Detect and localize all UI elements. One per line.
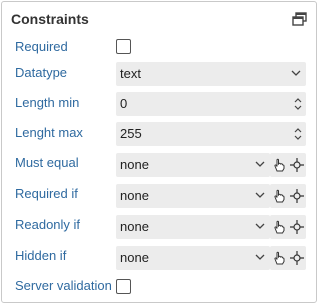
panel-title: Constraints	[11, 11, 89, 27]
must-equal-label: Must equal	[15, 155, 79, 170]
chevron-down-icon	[255, 192, 265, 198]
length-min-value: 0	[120, 96, 128, 111]
chevron-down-icon	[255, 161, 265, 167]
row-server-validation: Server validation	[2, 277, 318, 303]
spinner-arrows-icon[interactable]	[293, 125, 303, 143]
hand-pointer-icon[interactable]	[271, 250, 287, 266]
readonly-if-select[interactable]: none	[116, 215, 270, 239]
datatype-value: text	[120, 66, 141, 81]
server-validation-checkbox[interactable]	[116, 279, 131, 294]
must-equal-select[interactable]: none	[116, 153, 270, 177]
length-max-label: Lenght max	[15, 125, 83, 140]
must-equal-value: none	[120, 157, 149, 172]
crosshair-icon[interactable]	[289, 250, 305, 266]
length-max-input[interactable]: 255	[116, 122, 306, 146]
row-hidden-if: Hidden if none	[2, 246, 318, 272]
constraints-panel: Constraints Required Datatype text Lengt…	[1, 1, 317, 303]
datatype-label: Datatype	[15, 65, 68, 80]
readonly-if-label: Readonly if	[15, 217, 81, 232]
chevron-down-icon	[291, 70, 301, 76]
hidden-if-label: Hidden if	[15, 248, 67, 263]
crosshair-icon[interactable]	[289, 188, 305, 204]
hidden-if-tools	[270, 246, 306, 270]
length-max-value: 255	[120, 126, 142, 141]
row-must-equal: Must equal none	[2, 153, 318, 179]
hand-pointer-icon[interactable]	[271, 219, 287, 235]
datatype-select[interactable]: text	[116, 62, 306, 86]
must-equal-tools	[270, 153, 306, 177]
chevron-down-icon	[255, 254, 265, 260]
readonly-if-value: none	[120, 219, 149, 234]
spinner-arrows-icon[interactable]	[293, 95, 303, 113]
row-required: Required	[2, 37, 318, 63]
hidden-if-value: none	[120, 250, 149, 265]
required-if-label: Required if	[15, 186, 78, 201]
required-if-value: none	[120, 188, 149, 203]
length-min-label: Length min	[15, 95, 80, 110]
crosshair-icon[interactable]	[289, 157, 305, 173]
row-length-min: Length min 0	[2, 92, 318, 118]
chevron-down-icon	[255, 223, 265, 229]
hidden-if-select[interactable]: none	[116, 246, 270, 270]
required-if-tools	[270, 184, 306, 208]
required-label: Required	[15, 39, 68, 54]
restore-window-icon[interactable]	[292, 12, 307, 26]
hand-pointer-icon[interactable]	[271, 157, 287, 173]
crosshair-icon[interactable]	[289, 219, 305, 235]
required-if-select[interactable]: none	[116, 184, 270, 208]
row-length-max: Lenght max 255	[2, 122, 318, 148]
row-readonly-if: Readonly if none	[2, 215, 318, 241]
required-checkbox[interactable]	[116, 39, 131, 54]
hand-pointer-icon[interactable]	[271, 188, 287, 204]
server-validation-label: Server validation	[15, 278, 112, 293]
length-min-input[interactable]: 0	[116, 92, 306, 116]
readonly-if-tools	[270, 215, 306, 239]
row-datatype: Datatype text	[2, 62, 318, 88]
row-required-if: Required if none	[2, 184, 318, 210]
